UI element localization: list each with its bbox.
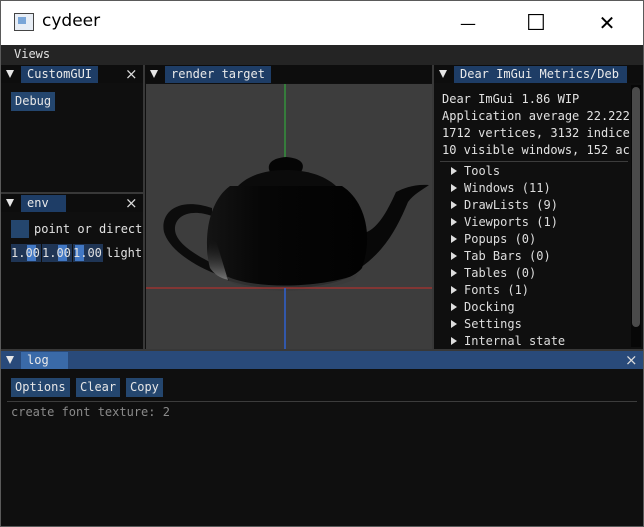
tab-render-target[interactable]: render target — [165, 66, 271, 83]
tree-label: Tables (0) — [464, 266, 537, 280]
menu-bar: Views — [1, 45, 643, 65]
dock-splitter[interactable] — [143, 65, 145, 349]
tab-metrics[interactable]: Dear ImGui Metrics/Deb — [454, 66, 627, 83]
close-icon[interactable]: × — [125, 194, 138, 212]
maximize-button[interactable]: ☐ — [513, 1, 559, 45]
metrics-line: 1712 vertices, 3132 indice — [442, 126, 630, 140]
collapse-arrow-icon[interactable] — [6, 356, 14, 364]
copy-button[interactable]: Copy — [126, 378, 163, 397]
collapse-arrow-icon[interactable] — [6, 70, 14, 78]
tree-label: Settings — [464, 317, 522, 331]
close-icon[interactable]: × — [125, 65, 138, 83]
dock-splitter[interactable] — [432, 65, 434, 349]
tree-label: Fonts (1) — [464, 283, 530, 297]
tree-label: Windows (11) — [464, 181, 551, 195]
render-viewport[interactable] — [146, 84, 432, 349]
tab-env[interactable]: env — [21, 195, 66, 212]
render-target-panel: render target — [145, 65, 432, 349]
light-label: light — [106, 246, 143, 260]
teapot-spout — [360, 184, 429, 268]
teapot-body — [206, 186, 368, 289]
scrollbar[interactable] — [631, 85, 641, 347]
debug-button[interactable]: Debug — [11, 92, 56, 111]
tree-node-tools[interactable]: Tools — [451, 164, 621, 178]
metrics-line: Application average 22.222 — [442, 109, 630, 123]
tree-arrow-icon — [451, 252, 457, 260]
log-line: create font texture: 2 — [11, 405, 170, 419]
customgui-titlebar[interactable]: CustomGUI × — [1, 65, 143, 83]
metrics-line: 10 visible windows, 152 ac — [442, 143, 630, 157]
tree-node-settings[interactable]: Settings — [451, 317, 621, 331]
tree-label: DrawLists (9) — [464, 198, 558, 212]
tree-label: Viewports (1) — [464, 215, 558, 229]
teapot-knob — [268, 157, 303, 172]
options-button[interactable]: Options — [11, 378, 70, 397]
tree-node-drawlists[interactable]: DrawLists (9) — [451, 198, 621, 212]
tree-label: Internal state — [464, 334, 566, 348]
log-panel: log × Options Clear Copy create font tex… — [1, 351, 643, 526]
collapse-arrow-icon[interactable] — [150, 70, 158, 78]
window-titlebar[interactable]: cydeer — ☐ ✕ — [1, 1, 643, 45]
tab-log[interactable]: log — [21, 352, 68, 369]
slider-value: 1.00 — [73, 246, 102, 260]
tree-label: Docking — [464, 300, 515, 314]
tree-node-windows[interactable]: Windows (11) — [451, 181, 621, 195]
light-slider-g[interactable]: 1.00 — [42, 244, 72, 262]
collapse-arrow-icon[interactable] — [439, 70, 447, 78]
separator — [7, 401, 637, 402]
tree-arrow-icon — [451, 303, 457, 311]
slider-value: 1.00 — [11, 246, 40, 260]
tree-arrow-icon — [451, 167, 457, 175]
tree-label: Tools — [464, 164, 501, 178]
tree-node-popups[interactable]: Popups (0) — [451, 232, 621, 246]
app-window: cydeer — ☐ ✕ Views CustomGUI × Debug env… — [0, 0, 644, 527]
tree-arrow-icon — [451, 218, 457, 226]
dock-splitter[interactable] — [1, 192, 143, 194]
tree-node-fonts[interactable]: Fonts (1) — [451, 283, 621, 297]
window-title: cydeer — [42, 11, 101, 31]
metrics-line: Dear ImGui 1.86 WIP — [442, 92, 580, 106]
tree-arrow-icon — [451, 184, 457, 192]
tree-arrow-icon — [451, 269, 457, 277]
log-titlebar[interactable]: log × — [1, 351, 643, 369]
tree-arrow-icon — [451, 201, 457, 209]
tree-node-docking[interactable]: Docking — [451, 300, 621, 314]
slider-value: 1.00 — [42, 246, 71, 260]
tree-node-internal-state[interactable]: Internal state — [451, 334, 621, 348]
tree-node-tab-bars[interactable]: Tab Bars (0) — [451, 249, 621, 263]
checkbox-label: point or direct — [34, 222, 143, 236]
metrics-titlebar[interactable]: Dear ImGui Metrics/Deb — [434, 65, 643, 83]
tree-node-viewports[interactable]: Viewports (1) — [451, 215, 621, 229]
env-titlebar[interactable]: env × — [1, 194, 143, 212]
tree-label: Popups (0) — [464, 232, 537, 246]
light-slider-r[interactable]: 1.00 — [11, 244, 41, 262]
render-target-titlebar[interactable]: render target — [145, 65, 432, 83]
teapot-lid — [238, 170, 336, 186]
teapot-render — [146, 84, 432, 349]
app-icon — [14, 13, 34, 31]
tree-node-tables[interactable]: Tables (0) — [451, 266, 621, 280]
scrollbar-thumb[interactable] — [632, 87, 640, 327]
tree-label: Tab Bars (0) — [464, 249, 551, 263]
close-window-button[interactable]: ✕ — [584, 1, 630, 45]
tree-arrow-icon — [451, 235, 457, 243]
clear-button[interactable]: Clear — [76, 378, 121, 397]
tree-arrow-icon — [451, 320, 457, 328]
tree-arrow-icon — [451, 286, 457, 294]
env-panel: env × point or direct 1.00 1.00 1.00 lig… — [1, 194, 143, 349]
point-or-direct-checkbox[interactable] — [11, 220, 29, 238]
separator — [440, 161, 628, 162]
tree-arrow-icon — [451, 337, 457, 345]
light-slider-b[interactable]: 1.00 — [73, 244, 103, 262]
customgui-panel: CustomGUI × Debug — [1, 65, 143, 192]
menu-views[interactable]: Views — [14, 47, 50, 61]
collapse-arrow-icon[interactable] — [6, 199, 14, 207]
minimize-button[interactable]: — — [445, 1, 491, 45]
close-icon[interactable]: × — [625, 351, 638, 369]
tab-customgui[interactable]: CustomGUI — [21, 66, 99, 83]
